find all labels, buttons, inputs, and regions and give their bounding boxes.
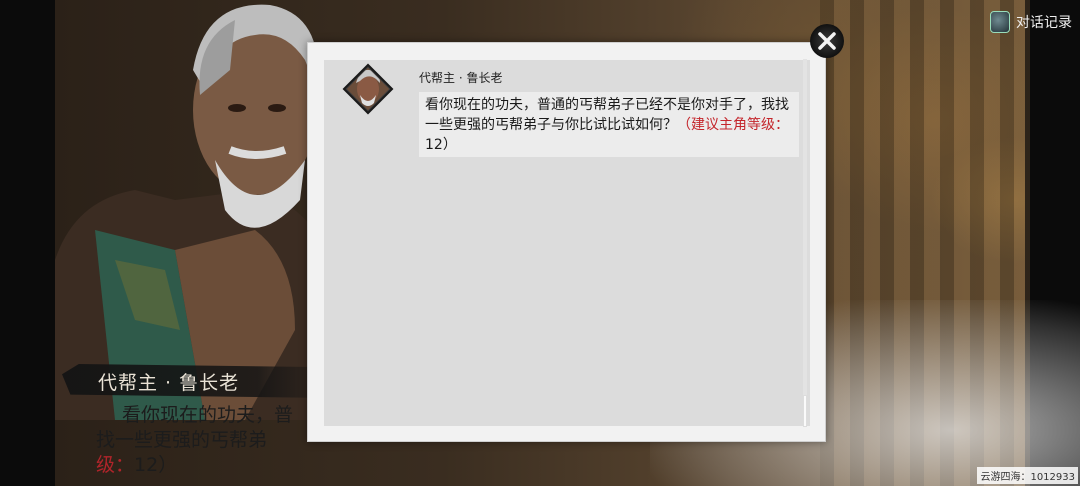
dialogue-history-button[interactable]: 对话记录 xyxy=(990,8,1072,36)
log-level-hint-value: 12 xyxy=(425,137,443,153)
dialogue-line-1: 看你现在的功夫，普 xyxy=(122,404,294,426)
dialogue-line-3: 级：12） xyxy=(96,453,306,478)
speaker-avatar xyxy=(342,63,394,115)
close-log-button[interactable] xyxy=(810,24,844,58)
book-icon xyxy=(990,11,1010,33)
dialogue-line-2: 找一些更强的丐帮弟 xyxy=(96,429,268,451)
game-screen: 代帮主 · 鲁长老 看你现在的功夫，普 找一些更强的丐帮弟 级：12） 对话记录 xyxy=(0,0,1080,486)
dialogue-hint-rest: 12） xyxy=(134,454,178,476)
log-speaker-name: 代帮主 · 鲁长老 xyxy=(419,71,503,85)
speaker-name: 代帮主 · 鲁长老 xyxy=(98,372,240,394)
dialogue-text[interactable]: 看你现在的功夫，普 找一些更强的丐帮弟 级：12） xyxy=(96,403,306,478)
dialogue-log-panel: 代帮主 · 鲁长老 看你现在的功夫，普通的丐帮弟子已经不是你对手了，我找一些更强… xyxy=(307,42,826,442)
dialogue-log-list[interactable]: 代帮主 · 鲁长老 看你现在的功夫，普通的丐帮弟子已经不是你对手了，我找一些更强… xyxy=(324,60,810,426)
dialogue-hint-red: 级： xyxy=(96,454,135,476)
log-scrollbar[interactable] xyxy=(803,59,807,427)
close-icon xyxy=(818,32,836,50)
log-message-bubble: 看你现在的功夫，普通的丐帮弟子已经不是你对手了，我找一些更强的丐帮弟子与你比试比… xyxy=(419,92,799,157)
log-scrollbar-thumb[interactable] xyxy=(803,395,807,427)
watermark: 云游四海：1012933 xyxy=(977,467,1078,484)
log-level-hint-close: ） xyxy=(442,137,457,153)
log-level-hint-open: （建议主角等级： xyxy=(677,117,789,133)
dialogue-history-label: 对话记录 xyxy=(1016,15,1072,31)
